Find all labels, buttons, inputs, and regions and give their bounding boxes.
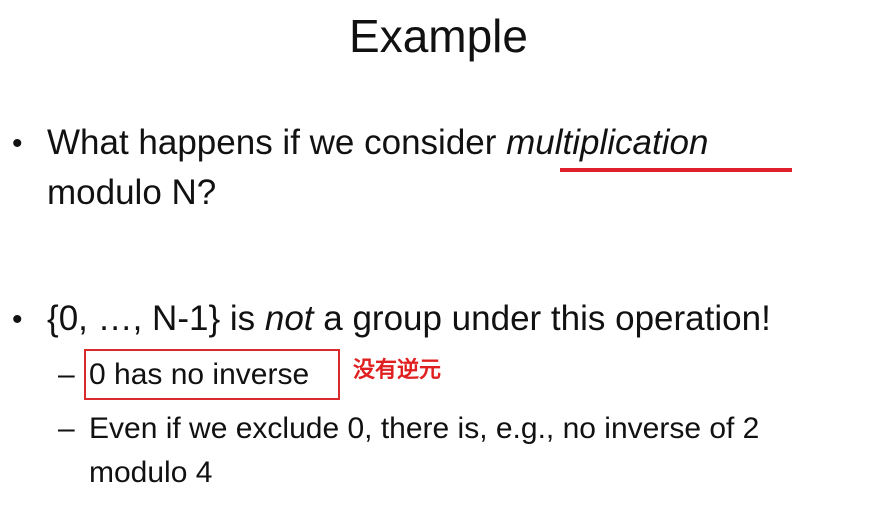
bullet-2-text-post: a group under this operation! [313, 299, 771, 338]
sub-dash: – [58, 412, 75, 445]
bullet-dot: • [12, 127, 23, 160]
bullet-2-text-pre: {0, …, N-1} is [47, 299, 265, 338]
bullet-1-text: What happens if we consider [47, 123, 507, 162]
annotation-label: 没有逆元 [353, 358, 442, 383]
slide-title: Example [349, 10, 528, 62]
bullet-2-emphasis: not [264, 299, 314, 338]
bullet-1-line-2: modulo N? [47, 173, 217, 212]
sub-dash: – [58, 358, 75, 391]
bullet-1-emphasis: multiplication [506, 123, 709, 162]
sub-item-2-line-2: modulo 4 [89, 456, 213, 489]
bullet-1-line-1: What happens if we consider multiplicati… [47, 121, 708, 165]
highlight-box [84, 349, 340, 400]
bullet-2-line: {0, …, N-1} is not a group under this op… [47, 297, 771, 341]
emphasis-underline [560, 168, 792, 172]
sub-item-2-line-1: Even if we exclude 0, there is, e.g., no… [89, 412, 760, 445]
bullet-dot: • [12, 303, 23, 336]
